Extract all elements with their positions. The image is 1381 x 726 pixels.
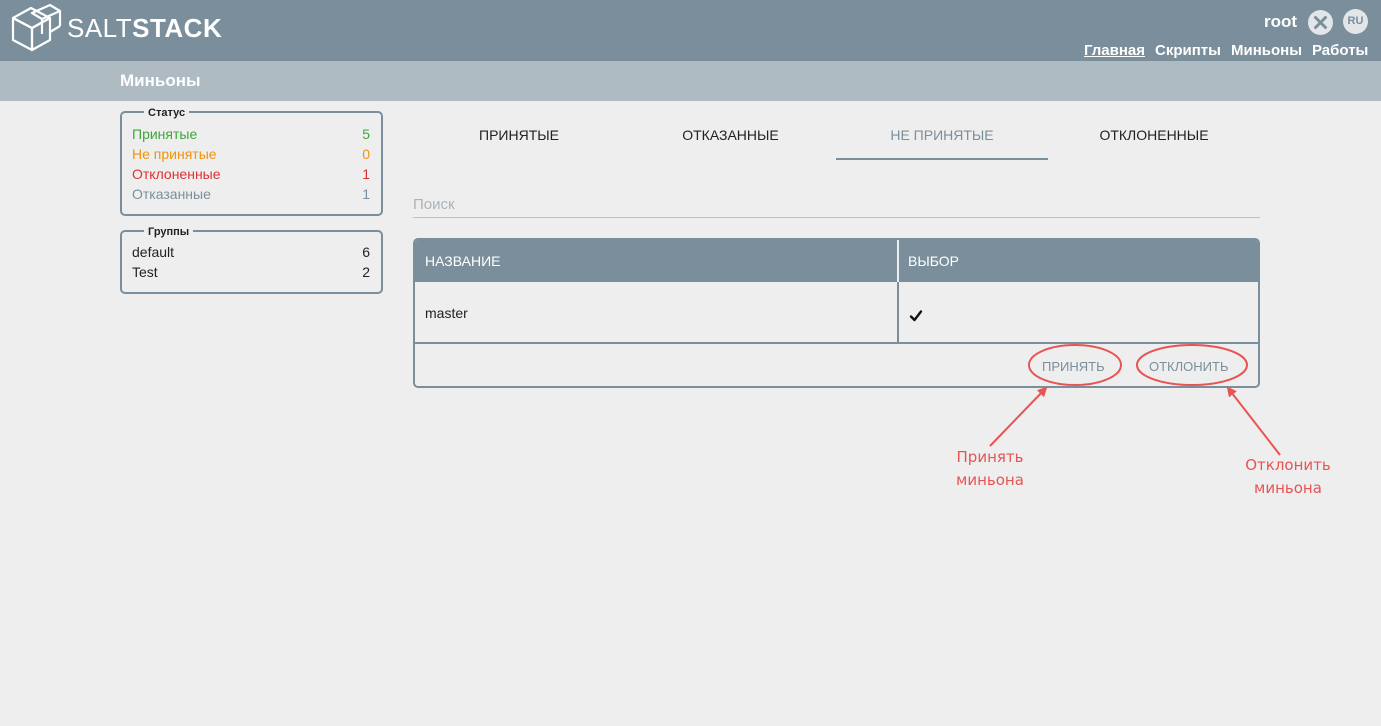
accept-highlight-ellipse: [1028, 344, 1122, 386]
accept-arrow: [989, 386, 1048, 447]
reject-annotation: Отклонить миньона: [1228, 454, 1348, 500]
accept-annotation-line: Принять: [956, 448, 1024, 466]
reject-annotation-line: миньона: [1254, 479, 1322, 497]
reject-highlight-ellipse: [1136, 344, 1248, 386]
accept-annotation-line: миньона: [956, 471, 1024, 489]
annotation-overlay: [989, 344, 1281, 456]
accept-annotation: Принять миньона: [940, 446, 1040, 492]
reject-arrow: [1226, 386, 1281, 456]
reject-annotation-line: Отклонить: [1245, 456, 1331, 474]
